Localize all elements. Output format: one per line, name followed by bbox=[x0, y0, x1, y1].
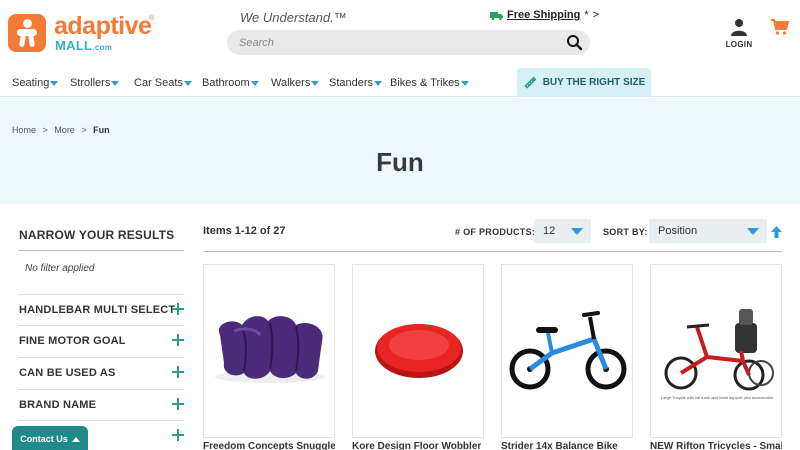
ruler-icon bbox=[524, 76, 537, 89]
breadcrumb-home[interactable]: Home bbox=[12, 125, 36, 135]
nav-item-bikes-trikes[interactable]: Bikes & Trikes bbox=[390, 77, 469, 89]
logo-person-icon bbox=[8, 14, 46, 52]
red-disc-image bbox=[375, 324, 463, 378]
free-shipping-link[interactable]: Free Shipping * > bbox=[490, 9, 599, 21]
svg-text:Large Tricycle with full trunk: Large Tricycle with full trunk and head … bbox=[661, 395, 773, 400]
chevron-down-icon bbox=[250, 80, 259, 86]
per-page-label: # OF PRODUCTS: bbox=[455, 227, 536, 237]
filter-label: FINE MOTOR GOAL bbox=[19, 335, 126, 347]
filter-label: CAN BE USED AS bbox=[19, 367, 116, 379]
shipping-arrow: > bbox=[592, 9, 600, 21]
narrow-results-title: NARROW YOUR RESULTS bbox=[19, 228, 175, 242]
logo-trademark: ® bbox=[149, 15, 155, 22]
tagline: We Understand.™ bbox=[240, 10, 347, 25]
nav-item-seating[interactable]: Seating bbox=[12, 77, 59, 89]
product-name[interactable]: Freedom Concepts Snuggle bbox=[203, 441, 335, 450]
login-label: LOGIN bbox=[725, 40, 753, 49]
sort-value: Position bbox=[658, 225, 698, 237]
nav-item-standers[interactable]: Standers bbox=[329, 77, 383, 89]
plus-icon bbox=[172, 398, 184, 410]
chevron-down-icon bbox=[311, 80, 320, 86]
chevron-down-icon bbox=[183, 80, 192, 86]
site-logo[interactable]: adaptive ® MALL.com bbox=[8, 12, 158, 54]
product-toolbar: Items 1-12 of 27 # OF PRODUCTS: 12 SORT … bbox=[203, 218, 782, 252]
product-name[interactable]: NEW Rifton Tricycles - Small bbox=[650, 441, 782, 450]
sort-label: SORT BY: bbox=[603, 227, 648, 237]
main-nav: Seating Strollers Car Seats Bathroom Wal… bbox=[0, 68, 800, 98]
search-icon[interactable] bbox=[566, 34, 583, 51]
cart-icon[interactable] bbox=[771, 18, 789, 36]
contact-us-label: Contact Us bbox=[20, 434, 68, 444]
chevron-up-icon bbox=[71, 436, 80, 442]
plus-icon bbox=[172, 334, 184, 346]
per-page-select[interactable]: 12 bbox=[534, 219, 591, 243]
chevron-down-icon bbox=[747, 228, 759, 235]
plus-icon bbox=[172, 429, 184, 441]
chevron-down-icon bbox=[374, 80, 383, 86]
nav-item-strollers[interactable]: Strollers bbox=[70, 77, 120, 89]
chevron-down-icon bbox=[571, 228, 583, 235]
nav-item-walkers[interactable]: Walkers bbox=[271, 77, 320, 89]
filter-label: BRAND NAME bbox=[19, 399, 97, 411]
nav-item-bathroom[interactable]: Bathroom bbox=[202, 77, 259, 89]
search-input[interactable] bbox=[239, 34, 539, 51]
plus-icon bbox=[172, 303, 184, 315]
chevron-down-icon bbox=[460, 80, 469, 86]
no-filter-text: No filter applied bbox=[25, 263, 95, 274]
category-hero: Home > More > Fun Fun bbox=[0, 98, 800, 204]
divider bbox=[18, 250, 184, 251]
filter-fine-motor-goal[interactable]: FINE MOTOR GOAL bbox=[18, 325, 184, 357]
breadcrumb-separator: > bbox=[81, 125, 87, 135]
filter-label: HANDLEBAR MULTI SELECT bbox=[19, 304, 176, 316]
product-card[interactable] bbox=[203, 264, 335, 438]
chevron-down-icon bbox=[50, 80, 59, 86]
breadcrumb: Home > More > Fun bbox=[12, 125, 114, 135]
breadcrumb-more[interactable]: More bbox=[54, 125, 75, 135]
plus-icon bbox=[172, 366, 184, 378]
contact-us-button[interactable]: Contact Us bbox=[12, 426, 88, 450]
nav-item-car-seats[interactable]: Car Seats bbox=[134, 77, 192, 89]
free-shipping-label[interactable]: Free Shipping bbox=[507, 9, 580, 21]
chevron-down-icon bbox=[111, 80, 120, 86]
buy-right-size-label: BUY THE RIGHT SIZE bbox=[542, 77, 646, 88]
purple-bean-bag-chair-image bbox=[215, 316, 325, 383]
product-card[interactable] bbox=[352, 264, 484, 438]
filter-handlebar-multi-select[interactable]: HANDLEBAR MULTI SELECT bbox=[18, 294, 184, 326]
items-count: Items 1-12 of 27 bbox=[203, 225, 286, 237]
logo-name-top: adaptive bbox=[54, 12, 152, 40]
sort-direction-icon[interactable] bbox=[771, 226, 782, 238]
breadcrumb-current: Fun bbox=[93, 125, 110, 135]
sort-select[interactable]: Position bbox=[649, 219, 767, 243]
breadcrumb-separator: > bbox=[42, 125, 48, 135]
search-bar bbox=[227, 30, 590, 55]
per-page-value: 12 bbox=[543, 225, 556, 237]
red-adaptive-tricycle-image: Large Tricycle with full trunk and head … bbox=[661, 309, 774, 400]
filter-brand-name[interactable]: BRAND NAME bbox=[18, 389, 184, 421]
product-name[interactable]: Kore Design Floor Wobbler bbox=[352, 441, 484, 450]
site-header: adaptive ® MALL.com We Understand.™ Free… bbox=[0, 0, 800, 97]
blue-balance-bike-image bbox=[509, 311, 627, 390]
shipping-asterisk: * bbox=[584, 9, 589, 21]
product-card[interactable]: Large Tricycle with full trunk and head … bbox=[650, 264, 782, 438]
page-title: Fun bbox=[376, 147, 424, 177]
product-name[interactable]: Strider 14x Balance Bike bbox=[501, 441, 633, 450]
login-link[interactable]: LOGIN bbox=[722, 18, 756, 49]
filter-can-be-used-as[interactable]: CAN BE USED AS bbox=[18, 357, 184, 389]
truck-icon bbox=[490, 11, 503, 20]
user-icon bbox=[731, 19, 747, 36]
logo-name-bottom: MALL.com bbox=[55, 38, 113, 53]
buy-right-size-button[interactable]: BUY THE RIGHT SIZE bbox=[517, 68, 651, 97]
product-card[interactable] bbox=[501, 264, 633, 438]
